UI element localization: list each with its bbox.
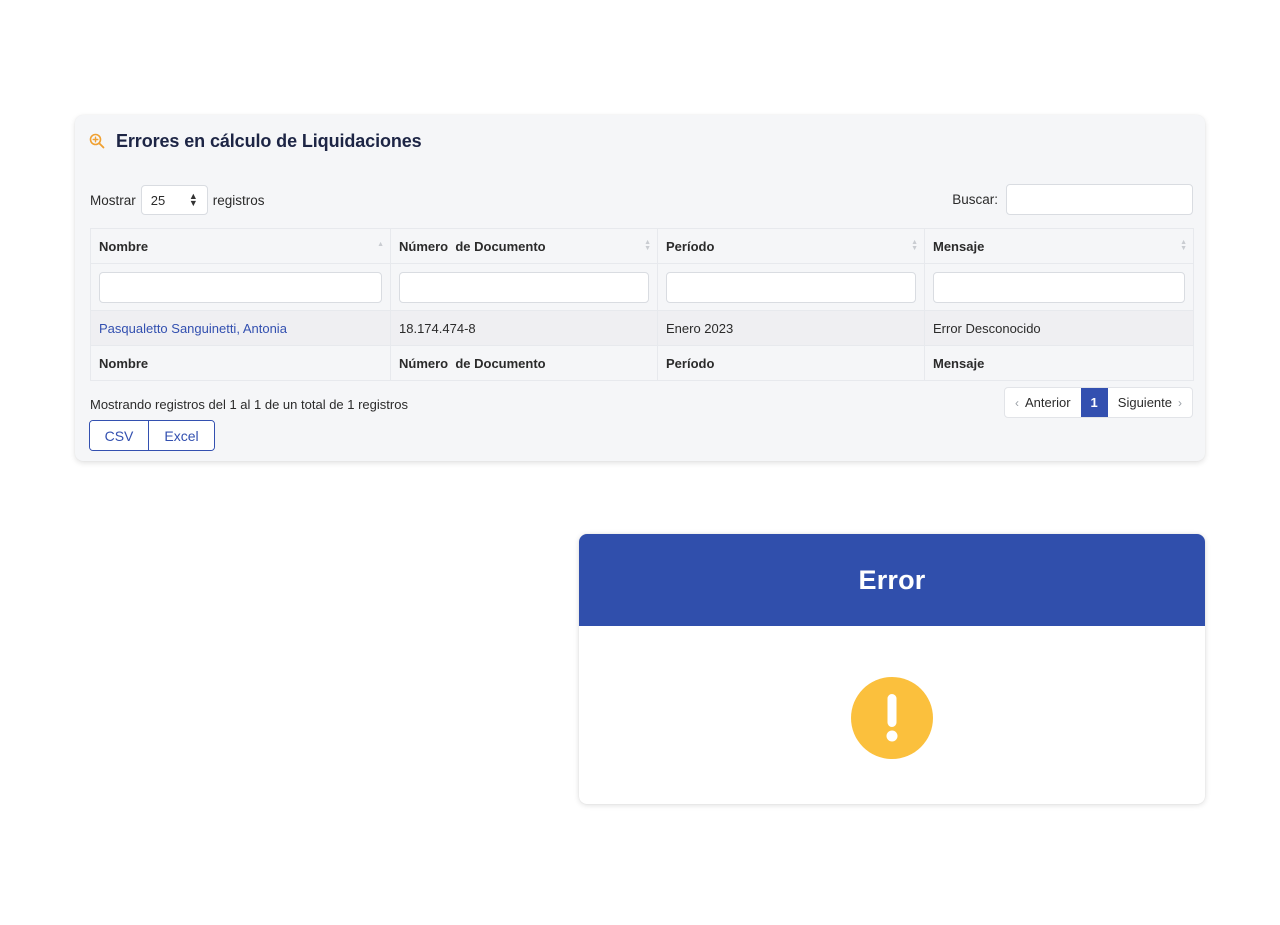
filter-cell xyxy=(657,263,925,311)
card-title: Errores en cálculo de Liquidaciones xyxy=(116,130,422,151)
zoom-in-icon xyxy=(89,133,105,149)
filter-nombre-input[interactable] xyxy=(99,271,382,303)
next-page-button[interactable]: Siguiente › xyxy=(1108,388,1192,417)
cell-mensaje: Error Desconocido xyxy=(924,310,1194,346)
filter-periodo-input[interactable] xyxy=(666,271,916,303)
footer-nombre: Nombre xyxy=(90,345,391,381)
filter-cell xyxy=(390,263,658,311)
modal-title: Error xyxy=(858,564,926,595)
column-header-documento[interactable]: Número de Documento ▲ ▼ xyxy=(390,228,658,264)
chevron-left-icon: ‹ xyxy=(1015,395,1020,410)
length-control: Mostrar 25 ▲ ▼ registros xyxy=(90,185,265,215)
errors-table: Nombre ▲ Número de Documento ▲ ▼ Período … xyxy=(90,228,1194,381)
error-modal: Error xyxy=(579,534,1205,804)
chevron-right-icon: › xyxy=(1178,395,1182,410)
sort-icon: ▲ ▼ xyxy=(1180,239,1187,252)
column-header-mensaje[interactable]: Mensaje ▲ ▼ xyxy=(924,228,1194,264)
page-length-select[interactable]: 25 ▲ ▼ xyxy=(140,185,208,215)
page-1-button[interactable]: 1 xyxy=(1080,388,1108,417)
footer-documento: Número de Documento xyxy=(390,345,658,381)
filter-row xyxy=(90,263,1194,311)
length-prefix: Mostrar xyxy=(90,192,136,208)
column-header-periodo[interactable]: Período ▲ ▼ xyxy=(657,228,925,264)
errors-card: Errores en cálculo de Liquidaciones Most… xyxy=(75,115,1205,461)
export-buttons: CSV Excel xyxy=(89,420,215,451)
excel-button[interactable]: Excel xyxy=(149,421,214,450)
table-row: Pasqualetto Sanguinetti, Antonia 18.174.… xyxy=(90,310,1194,346)
column-header-label: Período xyxy=(666,238,715,254)
sort-icon: ▲ ▼ xyxy=(644,239,651,252)
sort-icon: ▲ ▼ xyxy=(911,239,918,252)
employee-link[interactable]: Pasqualetto Sanguinetti, Antonia xyxy=(99,321,287,336)
sort-asc-icon: ▲ xyxy=(377,241,384,248)
column-header-label: Mensaje xyxy=(933,238,985,254)
footer-mensaje: Mensaje xyxy=(924,345,1194,381)
pagination: ‹ Anterior 1 Siguiente › xyxy=(1004,387,1193,418)
next-label: Siguiente xyxy=(1117,395,1172,410)
column-header-nombre[interactable]: Nombre ▲ xyxy=(90,228,391,264)
cell-nombre: Pasqualetto Sanguinetti, Antonia xyxy=(90,310,391,346)
csv-button[interactable]: CSV xyxy=(90,421,149,450)
card-header: Errores en cálculo de Liquidaciones xyxy=(89,129,422,153)
cell-documento: 18.174.474-8 xyxy=(390,310,658,346)
filter-mensaje-input[interactable] xyxy=(933,271,1185,303)
select-arrows-icon: ▲ ▼ xyxy=(188,191,198,208)
footer-periodo: Período xyxy=(657,345,925,381)
filter-cell xyxy=(90,263,391,311)
previous-page-button[interactable]: ‹ Anterior xyxy=(1005,388,1081,417)
length-suffix: registros xyxy=(212,192,265,208)
warning-icon xyxy=(851,677,933,759)
column-header-label: Nombre xyxy=(99,238,149,254)
filter-cell xyxy=(924,263,1194,311)
previous-label: Anterior xyxy=(1025,395,1071,410)
column-header-label: Número de Documento xyxy=(399,238,546,254)
search-control: Buscar: xyxy=(952,184,1193,215)
filter-documento-input[interactable] xyxy=(399,271,649,303)
cell-periodo: Enero 2023 xyxy=(657,310,925,346)
modal-header: Error xyxy=(579,534,1205,626)
search-input[interactable] xyxy=(1006,184,1193,215)
page-length-value: 25 xyxy=(150,192,166,208)
search-label: Buscar: xyxy=(952,192,998,207)
table-info: Mostrando registros del 1 al 1 de un tot… xyxy=(90,397,408,412)
